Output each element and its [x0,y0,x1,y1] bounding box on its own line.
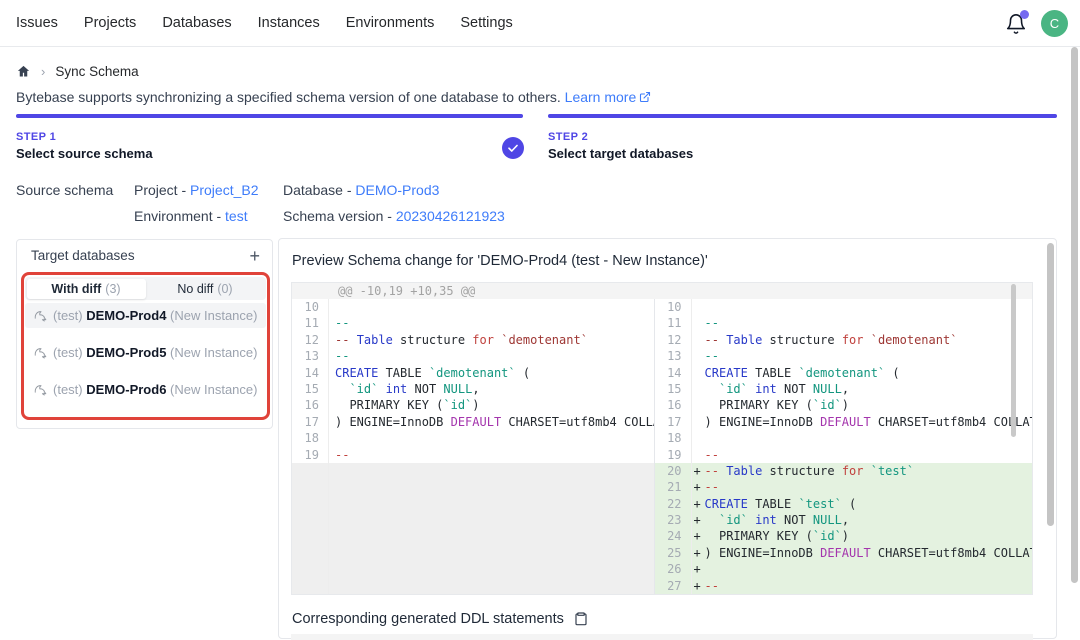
code-line-11: 11-- [655,315,1032,331]
target-databases-panel: Target databases + With diff(3)No diff(0… [16,239,273,429]
editor-scrollbar-thumb[interactable] [1011,284,1016,437]
learn-more-link[interactable]: Learn more [565,89,652,105]
diff-filler-region [292,463,654,595]
ddl-section-title: Corresponding generated DDL statements [292,611,564,627]
code-line-10: 10 [292,299,654,315]
code-line-18: 18 [655,430,1032,446]
preview-panel: Preview Schema change for 'DEMO-Prod4 (t… [278,238,1057,639]
code-line-15: 15 `id` int NOT NULL, [292,381,654,397]
nav-item-settings[interactable]: Settings [460,15,512,31]
schema-version-field: Schema version - 20230426121923 [283,208,505,224]
panel-scrollbar-thumb[interactable] [1047,243,1054,526]
diff-editor: @@ -10,19 +10,35 @@ 1011--12-- Table str… [291,282,1033,595]
code-line-10: 10 [655,299,1032,315]
diff-tabs: With diff(3)No diff(0) [25,277,266,300]
intro-description: Bytebase supports synchronizing a specif… [16,89,561,105]
nav-item-instances[interactable]: Instances [258,15,320,31]
step-1: STEP 1 Select source schema [16,114,523,161]
code-line-27: 27+-- [655,578,1032,594]
code-line-13: 13-- [292,348,654,364]
tab-with-diff[interactable]: With diff(3) [27,279,146,299]
notification-dot [1020,10,1029,19]
step-1-title: Select source schema [16,146,523,161]
code-line-16: 16 PRIMARY KEY (`id`) [655,397,1032,413]
nav-item-projects[interactable]: Projects [84,15,136,31]
code-line-17: 17) ENGINE=InnoDB DEFAULT CHARSET=utf8mb… [292,414,654,430]
code-line-26: 26+ [655,561,1032,577]
database-field: Database - DEMO-Prod3 [283,182,439,198]
schema-version-link[interactable]: 20230426121923 [396,208,505,224]
environment-link[interactable]: test [225,208,248,224]
code-line-12: 12-- Table structure for `demotenant` [655,332,1032,348]
ddl-code-block-top [291,634,1033,640]
code-line-11: 11-- [292,315,654,331]
breadcrumb: › Sync Schema [16,64,139,79]
diff-hunk-header: @@ -10,19 +10,35 @@ [292,283,1032,299]
code-line-14: 14CREATE TABLE `demotenant` ( [655,365,1032,381]
nav-item-databases[interactable]: Databases [162,15,231,31]
check-icon [507,142,519,154]
code-line-13: 13-- [655,348,1032,364]
database-link[interactable]: DEMO-Prod3 [355,182,439,198]
environment-field: Environment - test [134,208,248,224]
copy-icon[interactable] [573,611,589,627]
code-line-23: 23+ `id` int NOT NULL, [655,512,1032,528]
code-line-15: 15 `id` int NOT NULL, [655,381,1032,397]
code-line-18: 18 [292,430,654,446]
target-databases-title: Target databases [31,248,135,263]
project-field: Project - Project_B2 [134,182,259,198]
home-icon[interactable] [16,64,31,79]
tab-no-diff[interactable]: No diff(0) [146,279,265,299]
intro-text: Bytebase supports synchronizing a specif… [16,89,651,106]
code-line-19: 19-- [292,447,654,463]
code-line-22: 22+CREATE TABLE `test` ( [655,496,1032,512]
step-2: STEP 2 Select target databases [548,114,1057,161]
preview-title: Preview Schema change for 'DEMO-Prod4 (t… [292,253,708,269]
avatar[interactable]: C [1041,10,1068,37]
mysql-icon [33,309,48,323]
code-line-25: 25+) ENGINE=InnoDB DEFAULT CHARSET=utf8m… [655,545,1032,561]
gutter-divider [691,299,692,595]
top-navbar: Issues Projects Databases Instances Environm… [0,0,1080,47]
code-line-12: 12-- Table structure for `demotenant` [292,332,654,348]
external-link-icon [639,90,651,106]
step-1-completed-check [502,137,524,159]
main-nav: Issues Projects Databases Instances Environm… [0,15,513,31]
target-database-list: (test) DEMO-Prod4 (New Instance) (test) D… [25,303,266,414]
step-1-label: STEP 1 [16,131,523,143]
mysql-icon [33,346,48,360]
target-item-demo-prod4[interactable]: (test) DEMO-Prod4 (New Instance) [25,303,266,328]
target-item-demo-prod6[interactable]: (test) DEMO-Prod6 (New Instance) [25,377,266,402]
code-line-17: 17) ENGINE=InnoDB DEFAULT CHARSET=utf8mb… [655,414,1032,430]
code-line-24: 24+ PRIMARY KEY (`id`) [655,528,1032,544]
step-2-title: Select target databases [548,146,1057,161]
code-line-16: 16 PRIMARY KEY (`id`) [292,397,654,413]
diff-pane-modified: 1011--12-- Table structure for `demotena… [655,299,1032,595]
code-line-14: 14CREATE TABLE `demotenant` ( [292,365,654,381]
add-target-button[interactable]: + [249,249,260,263]
step-2-bar [548,114,1057,118]
source-schema-label: Source schema [16,182,113,198]
step-2-label: STEP 2 [548,131,1057,143]
breadcrumb-separator-icon: › [41,64,45,79]
mysql-icon [33,383,48,397]
nav-item-issues[interactable]: Issues [16,15,58,31]
project-link[interactable]: Project_B2 [190,182,258,198]
diff-pane-original: 1011--12-- Table structure for `demotena… [292,299,655,595]
gutter-divider [328,299,329,595]
notifications-button[interactable] [1005,13,1027,35]
target-item-demo-prod5[interactable]: (test) DEMO-Prod5 (New Instance) [25,340,266,365]
breadcrumb-page-label: Sync Schema [55,64,138,79]
code-line-21: 21+-- [655,479,1032,495]
nav-item-environments[interactable]: Environments [346,15,435,31]
code-line-19: 19-- [655,447,1032,463]
step-1-bar [16,114,523,118]
code-line-20: 20+-- Table structure for `test` [655,463,1032,479]
page-scrollbar-thumb[interactable] [1071,47,1078,583]
